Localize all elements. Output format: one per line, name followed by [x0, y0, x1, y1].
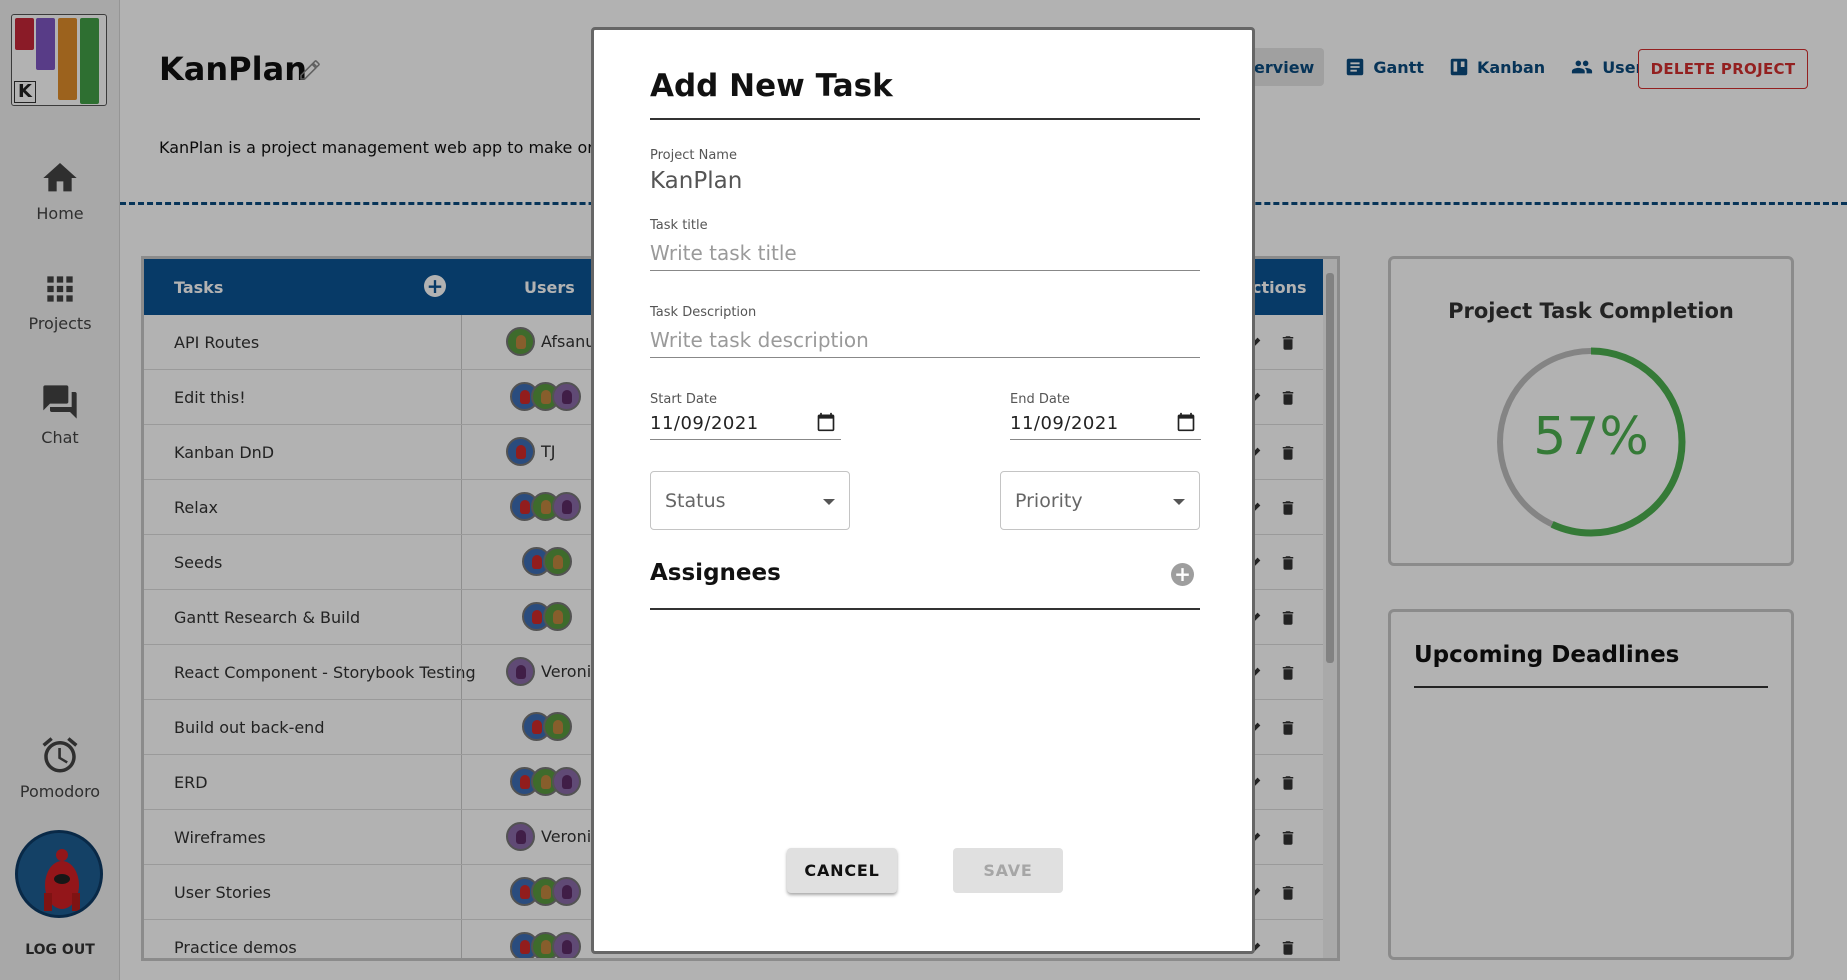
end-date-underline [1010, 439, 1201, 440]
calendar-icon[interactable] [816, 412, 836, 432]
status-select[interactable]: Status [650, 471, 850, 530]
end-date-label: End Date [1010, 392, 1070, 407]
chevron-down-icon [823, 499, 835, 505]
end-date-input[interactable]: 11/09/2021 [1010, 413, 1119, 434]
priority-select-label: Priority [1015, 490, 1083, 512]
task-description-input[interactable] [650, 325, 1200, 355]
chevron-down-icon [1173, 499, 1185, 505]
add-assignee-button[interactable]: + [1171, 563, 1194, 586]
calendar-icon[interactable] [1176, 412, 1196, 432]
task-title-underline [650, 270, 1200, 271]
start-date-label: Start Date [650, 392, 717, 407]
assignees-divider [650, 608, 1200, 610]
assignees-heading: Assignees [650, 560, 781, 586]
add-task-dialog: Add New Task Project Name KanPlan Task t… [591, 27, 1255, 954]
title-divider [650, 118, 1200, 120]
task-title-label: Task title [650, 218, 708, 233]
dialog-title: Add New Task [650, 68, 893, 104]
status-select-label: Status [665, 490, 726, 512]
project-name-value: KanPlan [650, 168, 743, 194]
start-date-input[interactable]: 11/09/2021 [650, 413, 759, 434]
start-date-underline [650, 439, 841, 440]
task-title-input[interactable] [650, 238, 1200, 268]
priority-select[interactable]: Priority [1000, 471, 1200, 530]
cancel-button[interactable]: CANCEL [787, 848, 897, 893]
save-button[interactable]: SAVE [953, 848, 1063, 893]
task-description-label: Task Description [650, 305, 757, 320]
task-description-underline [650, 357, 1200, 358]
project-name-label: Project Name [650, 148, 737, 163]
